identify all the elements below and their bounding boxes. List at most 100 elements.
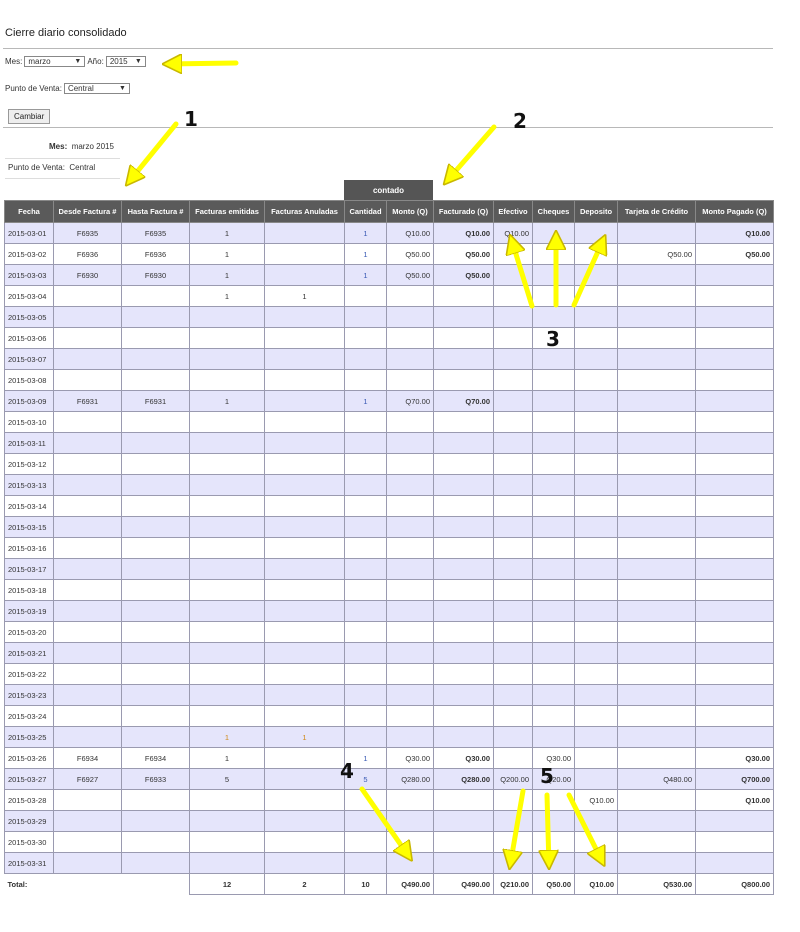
table-cell [433, 327, 494, 349]
table-cell [53, 810, 122, 832]
table-cell: 1 [189, 285, 265, 307]
table-cell [189, 495, 265, 517]
table-cell: Q280.00 [386, 768, 434, 790]
table-cell: 2015-03-28 [4, 789, 54, 811]
table-cell [617, 474, 696, 496]
pos-label: Punto de Venta: [5, 84, 62, 93]
table-cell [386, 810, 434, 832]
table-cell [574, 684, 618, 706]
table-row: 2015-03-26 F6934 F6934 1 1 Q30.00 Q30.00 Q30.00… [4, 747, 774, 769]
table-cell [617, 348, 696, 370]
table-cell [264, 453, 345, 475]
table-cell [695, 369, 774, 391]
daily-close-table: Fecha Desde Factura # Hasta Factura # Factu… [4, 200, 774, 895]
table-cell [493, 663, 533, 685]
table-cell: Q10.00 [695, 222, 774, 244]
table-cell [189, 516, 265, 538]
table-cell [189, 327, 265, 349]
total-cell: Q490.00 [433, 873, 494, 895]
table-cell [433, 642, 494, 664]
table-row: 2015-03-18 [4, 579, 774, 601]
table-cell [695, 558, 774, 580]
table-cell [264, 768, 345, 790]
table-cell [189, 411, 265, 433]
info-pos-label: Punto de Venta: [8, 163, 65, 172]
table-cell [264, 810, 345, 832]
table-cell [617, 684, 696, 706]
table-cell [189, 474, 265, 496]
table-cell: 2015-03-17 [4, 558, 54, 580]
table-cell: 2015-03-25 [4, 726, 54, 748]
table-cell [121, 516, 190, 538]
table-cell [386, 789, 434, 811]
total-cell: Q800.00 [695, 873, 774, 895]
table-cell: 2015-03-24 [4, 705, 54, 727]
table-cell [344, 432, 387, 454]
table-cell: 2015-03-12 [4, 453, 54, 475]
table-cell [344, 852, 387, 874]
table-row: 2015-03-01 F6935 F6935 1 1 Q10.00 Q10.00 Q10.00… [4, 222, 774, 244]
column-header: Facturas emitidas [189, 200, 265, 223]
table-cell: Q20.00 [532, 768, 575, 790]
table-cell [189, 852, 265, 874]
table-cell: Q30.00 [695, 747, 774, 769]
table-cell: 1 [344, 222, 387, 244]
table-cell [574, 852, 618, 874]
table-cell [189, 663, 265, 685]
table-cell [53, 474, 122, 496]
table-cell: Q50.00 [386, 243, 434, 265]
table-cell [433, 579, 494, 601]
table-cell: 2015-03-09 [4, 390, 54, 412]
table-row: 2015-03-23 [4, 684, 774, 706]
table-cell [121, 411, 190, 433]
change-button[interactable]: Cambiar [8, 109, 51, 124]
year-select[interactable]: 2015 ▼ [105, 56, 146, 67]
table-cell [386, 852, 434, 874]
table-cell [532, 390, 575, 412]
table-cell [574, 810, 618, 832]
column-header: Deposito [574, 200, 618, 223]
totals-label: Total: [4, 873, 190, 895]
info-month: Mes: marzo 2015 [49, 142, 114, 151]
annotation-arrow [446, 124, 497, 182]
table-cell [574, 495, 618, 517]
table-cell [386, 684, 434, 706]
table-row: 2015-03-25 1 1 [4, 726, 774, 748]
table-cell [121, 600, 190, 622]
table-cell: 2015-03-23 [4, 684, 54, 706]
table-cell: Q10.00 [695, 789, 774, 811]
table-cell [53, 663, 122, 685]
table-cell [264, 243, 345, 265]
table-cell [386, 348, 434, 370]
table-cell [695, 474, 774, 496]
table-cell: 2015-03-01 [4, 222, 54, 244]
table-row: 2015-03-21 [4, 642, 774, 664]
table-cell [121, 789, 190, 811]
table-cell [617, 285, 696, 307]
pos-select[interactable]: Central ▼ [63, 83, 130, 94]
table-header-row: Fecha Desde Factura # Hasta Factura # Factu… [4, 200, 774, 223]
table-cell [53, 495, 122, 517]
table-cell [574, 537, 618, 559]
year-label: Año: [87, 57, 104, 66]
table-row: 2015-03-05 [4, 306, 774, 328]
table-row: 2015-03-02 F6936 F6936 1 1 Q50.00 Q50.00 Q50.00… [4, 243, 774, 265]
table-cell [53, 411, 122, 433]
table-row: 2015-03-22 [4, 663, 774, 685]
table-cell [344, 537, 387, 559]
column-header: Facturas Anuladas [264, 200, 345, 223]
table-cell [617, 726, 696, 748]
table-cell [493, 390, 533, 412]
table-cell [617, 516, 696, 538]
table-cell [386, 285, 434, 307]
info-pos-value: Central [69, 163, 96, 172]
table-cell [189, 831, 265, 853]
chevron-down-icon: ▼ [134, 58, 142, 65]
month-select[interactable]: marzo ▼ [24, 56, 86, 67]
total-cell: Q530.00 [617, 873, 696, 895]
total-cell: Q210.00 [493, 873, 533, 895]
table-cell [386, 537, 434, 559]
table-cell [695, 453, 774, 475]
table-cell: Q200.00 [493, 768, 533, 790]
table-cell [121, 453, 190, 475]
